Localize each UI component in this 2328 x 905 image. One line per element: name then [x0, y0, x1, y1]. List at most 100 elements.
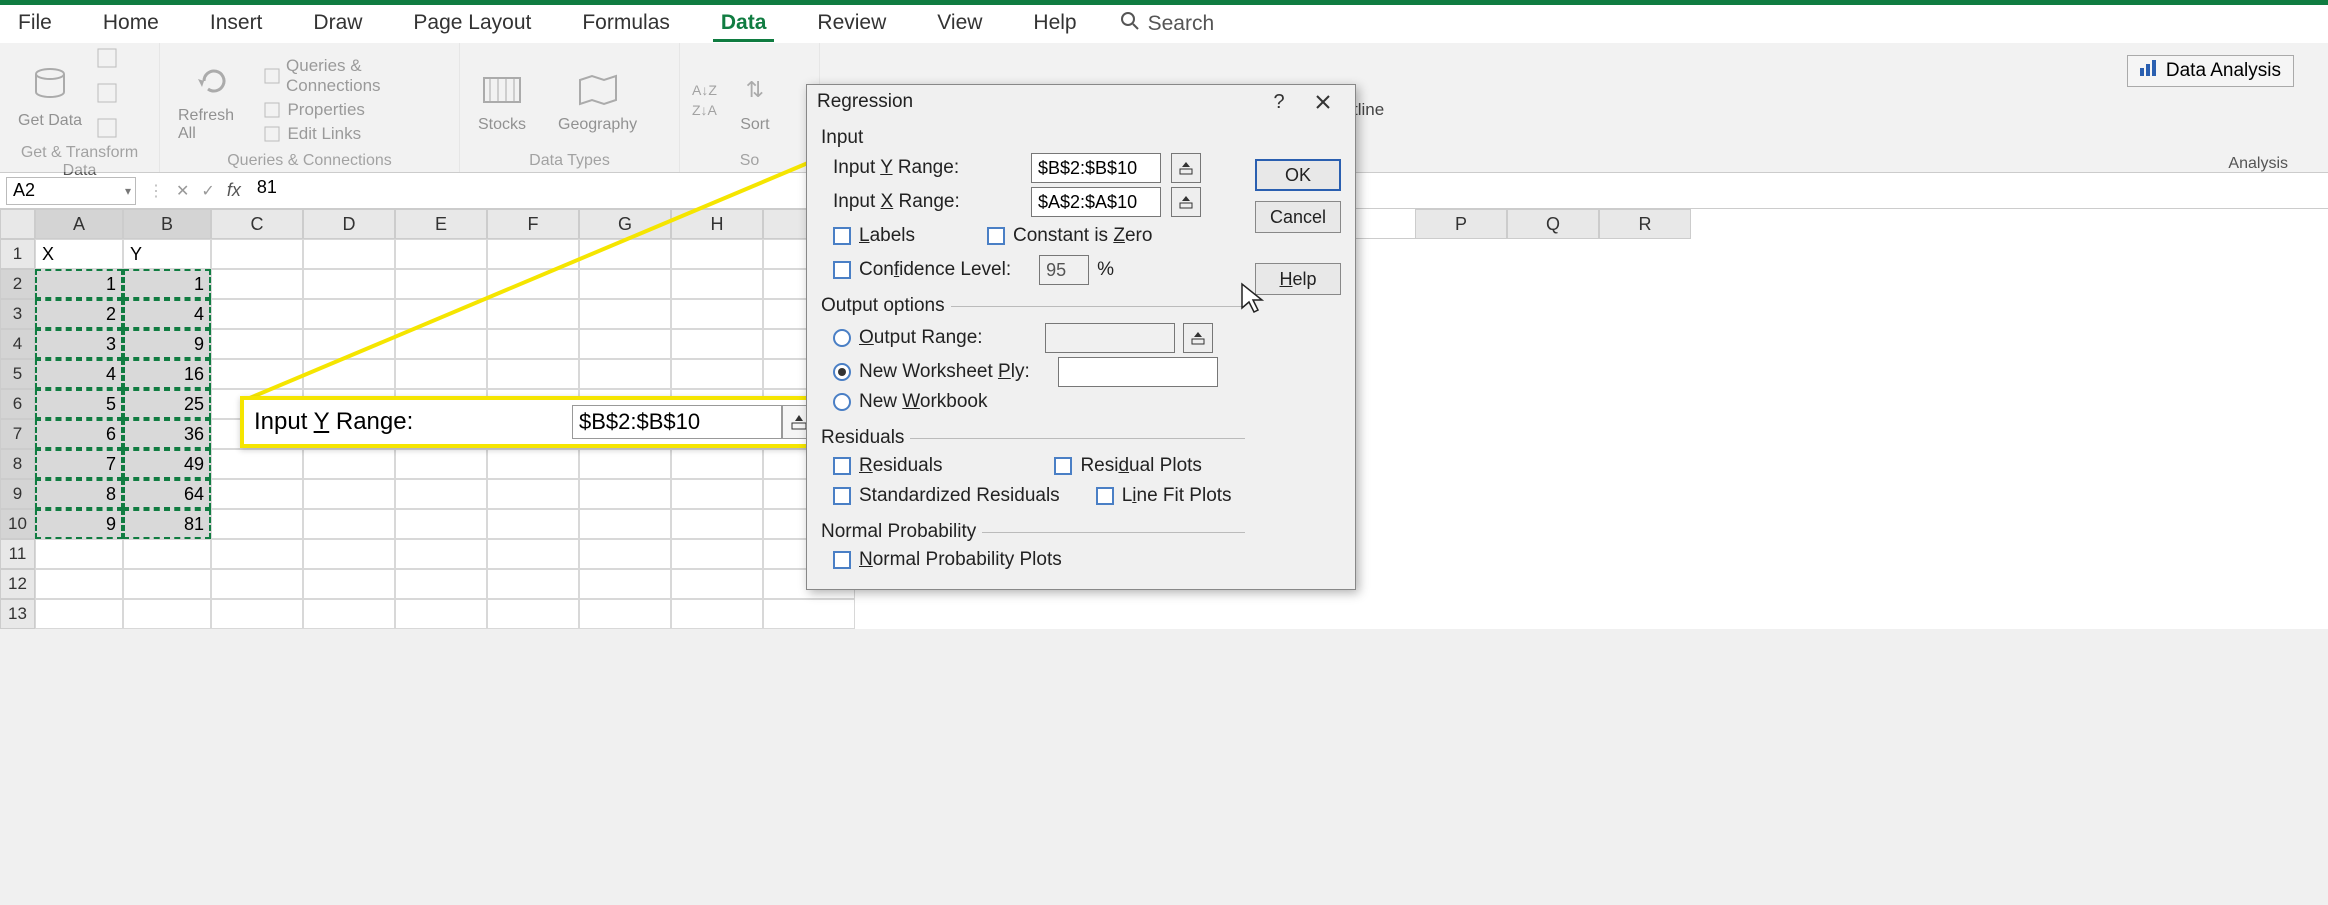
new-worksheet-radio[interactable]: New Worksheet Ply:	[833, 357, 1245, 387]
cell[interactable]	[487, 269, 579, 299]
from-text-icon[interactable]	[96, 47, 118, 74]
cell[interactable]: 36	[123, 419, 211, 449]
cell[interactable]	[303, 299, 395, 329]
col-header-g[interactable]: G	[579, 209, 671, 239]
cell[interactable]	[671, 509, 763, 539]
col-header-r[interactable]: R	[1599, 209, 1691, 239]
cell[interactable]	[671, 479, 763, 509]
cell[interactable]	[395, 299, 487, 329]
cell[interactable]	[487, 509, 579, 539]
cell[interactable]: 4	[35, 359, 123, 389]
cell[interactable]	[395, 449, 487, 479]
fx-icon[interactable]: fx	[227, 180, 241, 201]
cell[interactable]	[211, 239, 303, 269]
callout-input[interactable]: $B$2:$B$10	[572, 405, 782, 439]
cell[interactable]	[395, 359, 487, 389]
cell[interactable]	[395, 539, 487, 569]
cell[interactable]	[395, 599, 487, 629]
cell[interactable]	[763, 599, 855, 629]
cell[interactable]: 49	[123, 449, 211, 479]
row-header[interactable]: 2	[0, 269, 35, 299]
cell[interactable]	[303, 329, 395, 359]
labels-checkbox[interactable]: Labels	[833, 225, 915, 247]
dialog-help-button[interactable]: ?	[1257, 87, 1301, 117]
col-header-a[interactable]: A	[35, 209, 123, 239]
row-header[interactable]: 8	[0, 449, 35, 479]
residual-plots-checkbox[interactable]: Residual Plots	[1054, 455, 1201, 477]
cancel-button[interactable]: Cancel	[1255, 201, 1341, 233]
cell[interactable]	[671, 539, 763, 569]
row-header[interactable]: 4	[0, 329, 35, 359]
cell[interactable]	[671, 299, 763, 329]
cell[interactable]	[579, 539, 671, 569]
select-all-corner[interactable]	[0, 209, 35, 239]
cell[interactable]: 3	[35, 329, 123, 359]
menu-review[interactable]: Review	[809, 7, 894, 42]
cell[interactable]	[579, 269, 671, 299]
cell[interactable]	[487, 299, 579, 329]
cell[interactable]	[211, 569, 303, 599]
cell[interactable]: 4	[123, 299, 211, 329]
cell[interactable]	[35, 569, 123, 599]
row-header[interactable]: 10	[0, 509, 35, 539]
dialog-close-button[interactable]	[1301, 87, 1345, 117]
col-header-c[interactable]: C	[211, 209, 303, 239]
cell[interactable]	[211, 329, 303, 359]
cell[interactable]	[395, 569, 487, 599]
sort-button[interactable]: ⇅ Sort	[725, 64, 785, 136]
get-data-button[interactable]: Get Data	[12, 60, 88, 132]
cell[interactable]	[211, 359, 303, 389]
cell[interactable]: 7	[35, 449, 123, 479]
new-workbook-radio[interactable]: New Workbook	[833, 391, 1245, 413]
cell[interactable]	[303, 449, 395, 479]
cell[interactable]	[579, 239, 671, 269]
cell[interactable]	[671, 569, 763, 599]
confidence-level-checkbox[interactable]: Confidence Level: %	[833, 255, 1245, 285]
cell[interactable]	[487, 359, 579, 389]
cell[interactable]: 64	[123, 479, 211, 509]
row-header[interactable]: 9	[0, 479, 35, 509]
cell[interactable]	[671, 449, 763, 479]
residuals-checkbox[interactable]: Residuals	[833, 455, 942, 477]
menu-draw[interactable]: Draw	[305, 7, 370, 42]
sort-za-icon[interactable]: Z↓A	[692, 102, 717, 118]
constant-zero-checkbox[interactable]: Constant is Zero	[987, 225, 1152, 247]
cell[interactable]	[671, 359, 763, 389]
cell[interactable]	[579, 359, 671, 389]
cell[interactable]	[303, 599, 395, 629]
cell[interactable]	[303, 539, 395, 569]
geography-button[interactable]: Geography	[552, 64, 643, 136]
col-header-b[interactable]: B	[123, 209, 211, 239]
data-analysis-button[interactable]: Data Analysis	[2127, 55, 2294, 87]
output-range-select-button[interactable]	[1183, 323, 1213, 353]
cell[interactable]	[487, 479, 579, 509]
col-header-q[interactable]: Q	[1507, 209, 1599, 239]
sort-az-icon[interactable]: A↓Z	[692, 82, 717, 98]
from-web-icon[interactable]	[96, 82, 118, 109]
cell[interactable]	[579, 569, 671, 599]
cell[interactable]	[579, 449, 671, 479]
cell[interactable]	[211, 539, 303, 569]
cell[interactable]	[123, 599, 211, 629]
cell[interactable]: 9	[123, 329, 211, 359]
cell[interactable]	[487, 239, 579, 269]
name-box[interactable]: A2	[6, 177, 136, 205]
cell[interactable]: 2	[35, 299, 123, 329]
cell[interactable]	[303, 509, 395, 539]
cell[interactable]	[211, 509, 303, 539]
input-x-range-field[interactable]	[1031, 187, 1161, 217]
cell[interactable]	[487, 569, 579, 599]
normal-prob-plots-checkbox[interactable]: Normal Probability Plots	[833, 549, 1245, 571]
from-table-icon[interactable]	[96, 117, 118, 144]
cell[interactable]	[487, 449, 579, 479]
cell[interactable]	[671, 599, 763, 629]
cell[interactable]	[671, 329, 763, 359]
col-header-e[interactable]: E	[395, 209, 487, 239]
cell[interactable]	[487, 539, 579, 569]
row-header[interactable]: 5	[0, 359, 35, 389]
menu-file[interactable]: File	[10, 7, 60, 42]
cell[interactable]	[579, 299, 671, 329]
row-header[interactable]: 1	[0, 239, 35, 269]
col-header-h[interactable]: H	[671, 209, 763, 239]
cell[interactable]	[579, 509, 671, 539]
